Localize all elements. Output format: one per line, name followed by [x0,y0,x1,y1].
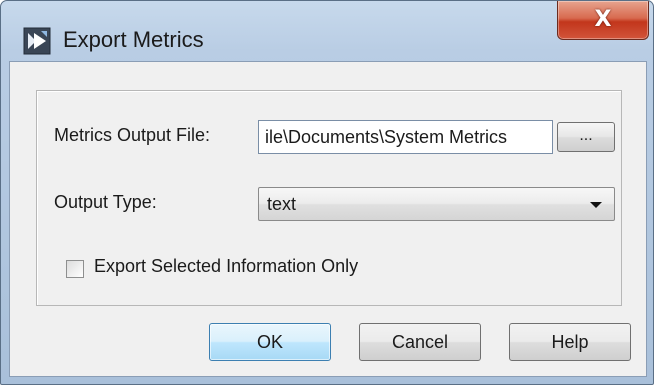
help-button[interactable]: Help [509,323,631,361]
export-selected-checkbox[interactable] [66,260,84,278]
dialog-content: Metrics Output File: ... Output Type: te… [9,61,647,377]
output-type-value: text [267,194,297,214]
export-metrics-dialog: Export Metrics X Metrics Output File: ..… [0,0,654,385]
chevron-down-icon [590,202,602,208]
metrics-output-file-input[interactable] [258,120,553,154]
browse-button[interactable]: ... [557,122,615,152]
cancel-button[interactable]: Cancel [359,323,481,361]
ok-button[interactable]: OK [209,323,331,361]
output-type-label: Output Type: [54,192,157,212]
close-icon: X [594,7,612,32]
window-title: Export Metrics [63,27,204,52]
title-bar[interactable]: Export Metrics X [1,1,653,61]
export-selected-label[interactable]: Export Selected Information Only [94,256,358,277]
metrics-output-file-label: Metrics Output File: [54,125,211,145]
export-metrics-app-icon [23,27,51,55]
close-button[interactable]: X [557,1,649,40]
output-type-select[interactable]: text [258,187,615,221]
